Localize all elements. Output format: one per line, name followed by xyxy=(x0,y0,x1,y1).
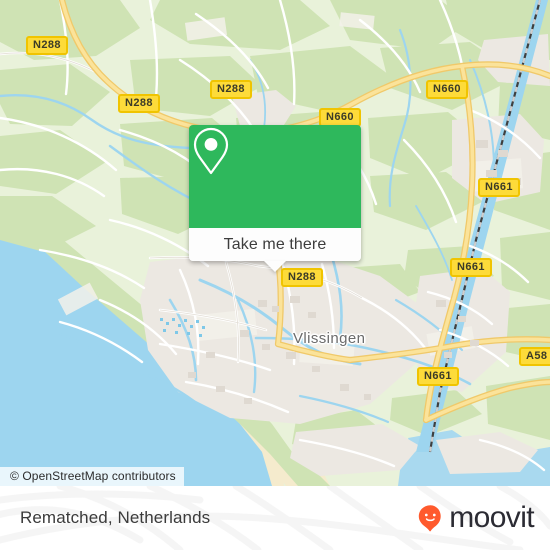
moovit-brand[interactable]: moovit xyxy=(417,501,535,534)
location-title: Rematched, Netherlands xyxy=(20,508,211,527)
moovit-wordmark: moovit xyxy=(449,501,534,534)
road-shield-n288-4: N288 xyxy=(281,268,323,287)
road-shield-n661-3: N661 xyxy=(417,367,459,386)
road-shield-a58: A58 xyxy=(519,347,550,366)
popup-icon-area xyxy=(189,125,361,228)
osm-attribution[interactable]: © OpenStreetMap contributors xyxy=(0,467,184,486)
road-shield-n288-2: N288 xyxy=(118,94,160,113)
footer-bar: Rematched, Netherlands moovit xyxy=(0,486,550,550)
map-screen: Vlissingen N288 N288 N288 N288 N660 N660… xyxy=(0,0,550,550)
moovit-smiley-pin-icon xyxy=(417,504,444,532)
map-place-label-vlissingen: Vlissingen xyxy=(293,330,366,347)
take-me-there-button[interactable]: Take me there xyxy=(189,228,361,272)
road-shield-n288-3: N288 xyxy=(210,80,252,99)
road-shield-n288-1: N288 xyxy=(26,36,68,55)
road-shield-n661-1: N661 xyxy=(478,178,520,197)
road-shield-n660-2: N660 xyxy=(426,80,468,99)
take-me-there-label: Take me there xyxy=(223,235,327,253)
popup-tail-pointer xyxy=(264,261,286,272)
map-canvas[interactable]: Vlissingen N288 N288 N288 N288 N660 N660… xyxy=(0,0,550,486)
destination-popup-card[interactable]: Take me there xyxy=(189,125,361,272)
road-shield-n661-2: N661 xyxy=(450,258,492,277)
